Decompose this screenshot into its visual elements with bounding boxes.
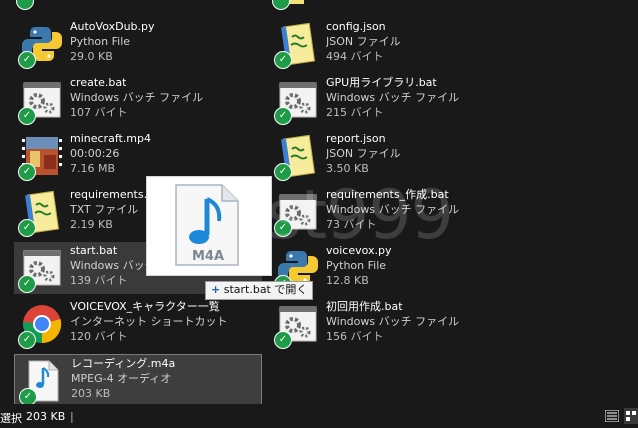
batch-gear-icon: ✓ [18, 77, 64, 125]
file-type: TXT ファイル [70, 203, 139, 216]
file-name: start.bat [70, 244, 118, 257]
file-size: 139 バイト [70, 274, 128, 287]
file-type: JSON ファイル [326, 147, 401, 160]
file-name: 初回用作成.bat [326, 300, 403, 313]
file-type: Windows バッチ [70, 259, 156, 272]
file-name: report.json [326, 132, 386, 145]
file-name: VOICEVOX_キャラクター一覧 [70, 300, 220, 313]
drop-tooltip: + start.bat で開く [205, 281, 314, 300]
file-name: レコーディング.m4a [71, 357, 176, 370]
notepad-icon: ✓ [18, 189, 64, 237]
file-autovoxdub-py[interactable]: ✓ AutoVoxDub.py Python File 29.0 KB [14, 18, 262, 70]
file-size: 29.0 KB [70, 50, 113, 63]
file-size: 215 バイト [326, 106, 384, 119]
file-size: 120 バイト [70, 330, 128, 343]
sync-check-icon: ✓ [18, 51, 36, 69]
file-type: Python File [70, 35, 131, 48]
file-size: 3.50 KB [326, 162, 369, 175]
sync-check-icon: ✓ [274, 331, 292, 349]
audio-file-icon: ✓ [19, 358, 65, 406]
file-size: 2.19 KB [70, 218, 113, 231]
file-type: Windows バッチ ファイル [70, 91, 204, 104]
details-view-icon[interactable] [604, 409, 620, 423]
status-bar: 選択 203 KB | [0, 404, 638, 428]
sync-check-icon: ✓ [18, 163, 36, 181]
file-name: GPU用ライブラリ.bat [326, 76, 437, 89]
batch-gear-icon: ✓ [274, 77, 320, 125]
drag-preview: M4A [146, 176, 272, 276]
partial-file-icon-top-left [14, 0, 54, 10]
tiles-view-icon[interactable] [624, 408, 638, 424]
file-report-json[interactable]: ✓ report.json JSON ファイル 3.50 KB [270, 130, 518, 182]
file-voicevox-shortcut[interactable]: ✓ VOICEVOX_キャラクター一覧 インターネット ショートカット 120 … [14, 298, 262, 350]
sync-check-icon: ✓ [274, 107, 292, 125]
notepad-icon: ✓ [274, 21, 320, 69]
file-initial-create-bat[interactable]: ✓ 初回用作成.bat Windows バッチ ファイル 156 バイト [270, 298, 518, 350]
sync-check-icon: ✓ [18, 331, 36, 349]
drop-action-text: start.bat で開く [223, 283, 308, 296]
file-name: create.bat [70, 76, 127, 89]
status-selected: 選択 [0, 412, 22, 425]
plus-icon: + [211, 283, 221, 296]
file-size: 156 バイト [326, 330, 384, 343]
file-name: requirements.t [70, 188, 152, 201]
file-type: 00:00:26 [70, 147, 120, 160]
file-size: 494 バイト [326, 50, 384, 63]
status-size: 203 KB [26, 410, 66, 423]
file-gpu-library-bat[interactable]: ✓ GPU用ライブラリ.bat Windows バッチ ファイル 215 バイト [270, 74, 518, 126]
drag-file-label: M4A [191, 249, 225, 264]
file-type: Windows バッチ ファイル [326, 315, 460, 328]
batch-gear-icon: ✓ [274, 301, 320, 349]
notepad-icon: ✓ [274, 133, 320, 181]
file-minecraft-mp4[interactable]: ✓ minecraft.mp4 00:00:26 7.16 MB [14, 130, 262, 182]
file-recording-m4a[interactable]: ✓ レコーディング.m4a MPEG-4 オーディオ 203 KB [14, 354, 262, 406]
file-create-bat[interactable]: ✓ create.bat Windows バッチ ファイル 107 バイト [14, 74, 262, 126]
file-type: JSON ファイル [326, 35, 401, 48]
sync-check-icon: ✓ [18, 219, 36, 237]
file-type: MPEG-4 オーディオ [71, 372, 172, 385]
file-name: minecraft.mp4 [70, 132, 152, 145]
sync-check-icon: ✓ [18, 275, 36, 293]
file-type: Python File [326, 259, 387, 272]
file-type: Windows バッチ ファイル [326, 91, 460, 104]
sync-check-icon: ✓ [18, 107, 36, 125]
partial-file-icon-top-right [270, 0, 310, 10]
status-separator: | [70, 410, 74, 423]
file-size: 7.16 MB [70, 162, 116, 175]
file-name: config.json [326, 20, 386, 33]
video-thumbnail-icon: ✓ [18, 133, 64, 181]
python-icon: ✓ [18, 21, 64, 69]
file-config-json[interactable]: ✓ config.json JSON ファイル 494 バイト [270, 18, 518, 70]
file-size: 107 バイト [70, 106, 128, 119]
file-size: 203 KB [71, 387, 111, 400]
file-name: AutoVoxDub.py [70, 20, 155, 33]
batch-gear-icon: ✓ [18, 245, 64, 293]
file-size: 12.8 KB [326, 274, 369, 287]
file-type: インターネット ショートカット [70, 315, 228, 328]
sync-check-icon: ✓ [274, 51, 292, 69]
chrome-icon: ✓ [18, 301, 64, 349]
